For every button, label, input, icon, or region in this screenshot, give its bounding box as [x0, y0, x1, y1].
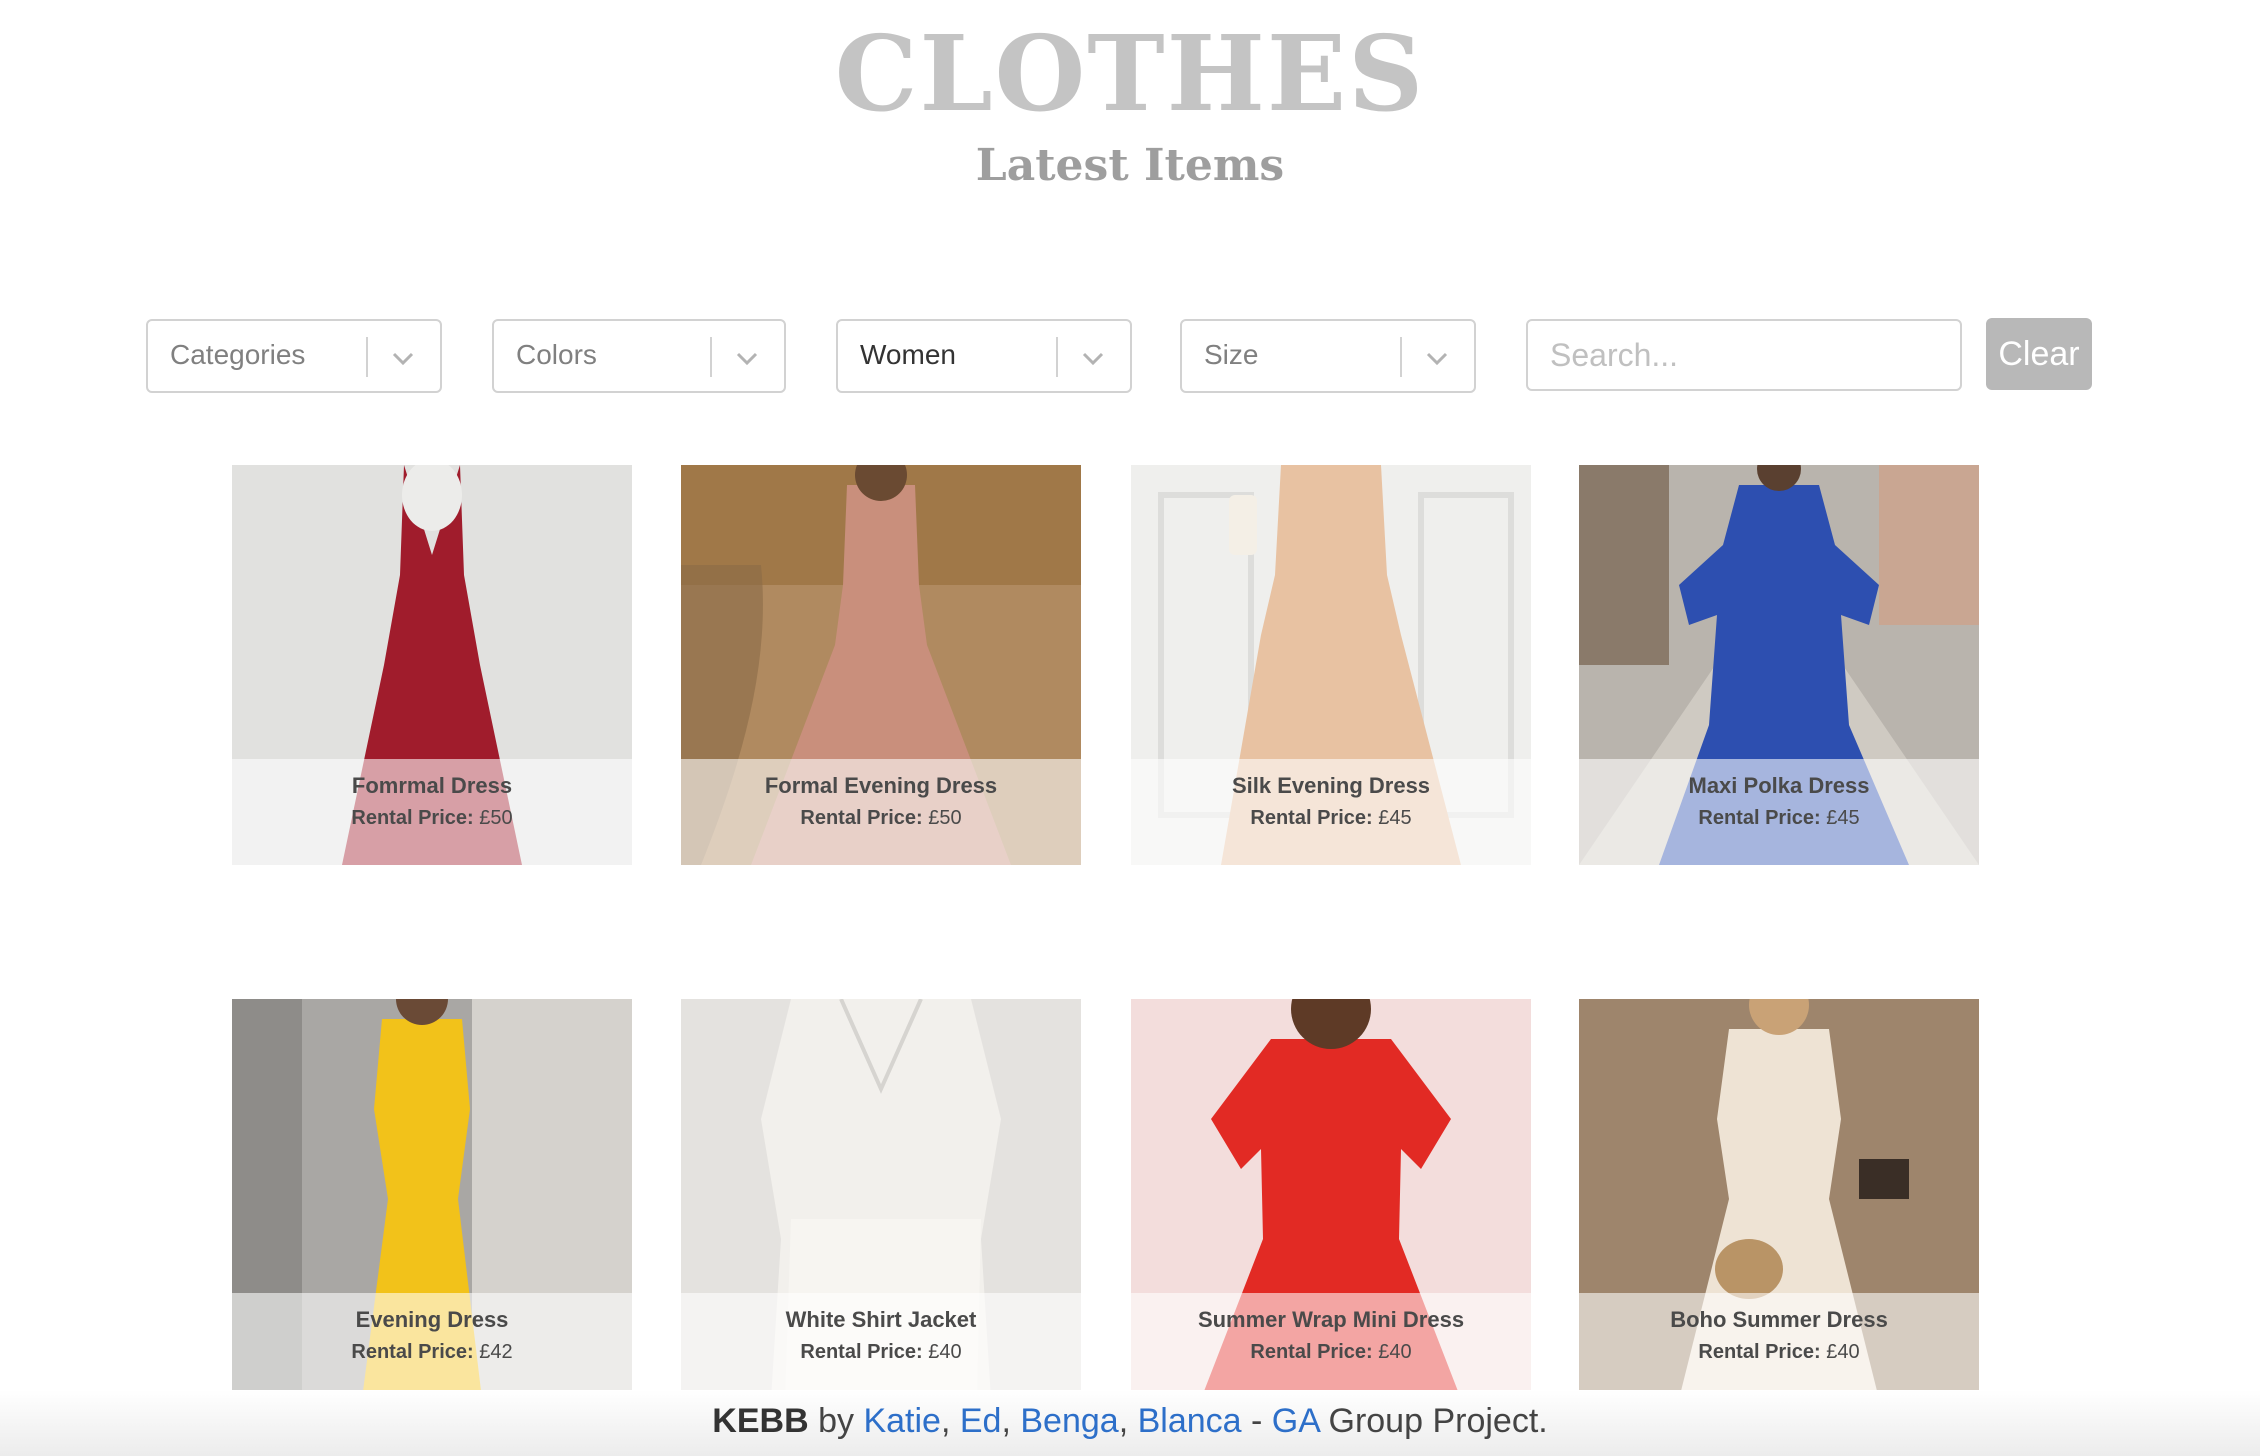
- product-price-row: Rental Price: £42: [232, 1341, 632, 1364]
- product-price: £50: [479, 807, 513, 829]
- product-card[interactable]: Boho Summer Dress Rental Price: £40: [1579, 999, 1979, 1399]
- product-caption: Fomrmal Dress Rental Price: £50: [232, 759, 632, 865]
- product-card[interactable]: Maxi Polka Dress Rental Price: £45: [1579, 465, 1979, 865]
- chevron-down-icon[interactable]: [388, 343, 418, 373]
- page-subtitle: Latest Items: [975, 140, 1285, 191]
- price-label: Rental Price:: [1250, 807, 1373, 829]
- product-price-row: Rental Price: £40: [1131, 1341, 1531, 1364]
- select-separator: [1056, 337, 1058, 377]
- footer-separator: ,: [1118, 1402, 1129, 1440]
- product-name: Maxi Polka Dress: [1688, 773, 1870, 798]
- chevron-down-icon[interactable]: [1078, 343, 1108, 373]
- product-caption: Summer Wrap Mini Dress Rental Price: £40: [1131, 1293, 1531, 1399]
- product-caption: Maxi Polka Dress Rental Price: £45: [1579, 759, 1979, 865]
- product-card[interactable]: Fomrmal Dress Rental Price: £50: [232, 465, 632, 865]
- product-price-row: Rental Price: £45: [1131, 807, 1531, 830]
- price-label: Rental Price:: [800, 1341, 923, 1363]
- product-price: £45: [1826, 807, 1860, 829]
- product-card[interactable]: Silk Evening Dress Rental Price: £45: [1131, 465, 1531, 865]
- categories-select[interactable]: Categories: [146, 319, 442, 393]
- author-link-ed[interactable]: Ed: [960, 1402, 1002, 1440]
- chevron-down-icon[interactable]: [1422, 343, 1452, 373]
- footer: KEBB by Katie, Ed, Benga, Blanca - GA Gr…: [0, 1390, 2260, 1456]
- product-name: Silk Evening Dress: [1231, 773, 1431, 798]
- gender-select[interactable]: Women: [836, 319, 1132, 393]
- clear-button[interactable]: Clear: [1986, 318, 2092, 390]
- product-name: Formal Evening Dress: [764, 773, 998, 798]
- page-title: CLOTHES: [834, 12, 1426, 135]
- product-price: £42: [479, 1341, 513, 1363]
- categories-select-value: Categories: [170, 339, 306, 370]
- footer-brand: KEBB: [712, 1402, 809, 1440]
- product-caption: White Shirt Jacket Rental Price: £40: [681, 1293, 1081, 1399]
- search-box[interactable]: [1526, 319, 1962, 391]
- chevron-down-icon[interactable]: [732, 343, 762, 373]
- price-label: Rental Price:: [351, 1341, 474, 1363]
- product-price-row: Rental Price: £50: [681, 807, 1081, 830]
- product-caption: Silk Evening Dress Rental Price: £45: [1131, 759, 1531, 865]
- footer-credits: KEBB by Katie, Ed, Benga, Blanca - GA Gr…: [0, 1402, 2260, 1441]
- search-input[interactable]: [1528, 321, 1960, 389]
- product-card[interactable]: Evening Dress Rental Price: £42: [232, 999, 632, 1399]
- product-price-row: Rental Price: £50: [232, 807, 632, 830]
- footer-suffix: Group Project.: [1328, 1402, 1548, 1440]
- price-label: Rental Price:: [1698, 1341, 1821, 1363]
- author-link-benga[interactable]: Benga: [1020, 1402, 1118, 1440]
- price-label: Rental Price:: [1698, 807, 1821, 829]
- footer-by: by: [818, 1402, 854, 1440]
- product-price: £40: [1826, 1341, 1860, 1363]
- product-name: Boho Summer Dress: [1670, 1307, 1888, 1332]
- product-caption: Boho Summer Dress Rental Price: £40: [1579, 1293, 1979, 1399]
- select-separator: [710, 337, 712, 377]
- product-price-row: Rental Price: £40: [1579, 1341, 1979, 1364]
- price-label: Rental Price:: [1250, 1341, 1373, 1363]
- product-price: £40: [1378, 1341, 1412, 1363]
- select-separator: [366, 337, 368, 377]
- ga-link[interactable]: GA: [1272, 1402, 1319, 1440]
- product-name: Summer Wrap Mini Dress: [1197, 1307, 1465, 1332]
- product-name: White Shirt Jacket: [785, 1307, 977, 1332]
- product-card[interactable]: Summer Wrap Mini Dress Rental Price: £40: [1131, 999, 1531, 1399]
- product-card[interactable]: Formal Evening Dress Rental Price: £50: [681, 465, 1081, 865]
- product-name: Evening Dress: [355, 1307, 509, 1332]
- footer-dash: -: [1251, 1402, 1263, 1440]
- product-card[interactable]: White Shirt Jacket Rental Price: £40: [681, 999, 1081, 1399]
- size-select-value: Size: [1204, 339, 1259, 370]
- author-link-katie[interactable]: Katie: [863, 1402, 941, 1440]
- product-name: Fomrmal Dress: [351, 773, 513, 798]
- footer-separator: ,: [1001, 1402, 1011, 1440]
- product-price-row: Rental Price: £40: [681, 1341, 1081, 1364]
- price-label: Rental Price:: [800, 807, 923, 829]
- product-caption: Formal Evening Dress Rental Price: £50: [681, 759, 1081, 865]
- gender-select-value: Women: [860, 339, 956, 370]
- colors-select[interactable]: Colors: [492, 319, 786, 393]
- size-select[interactable]: Size: [1180, 319, 1476, 393]
- product-price: £50: [928, 807, 962, 829]
- author-link-blanca[interactable]: Blanca: [1138, 1402, 1242, 1440]
- product-caption: Evening Dress Rental Price: £42: [232, 1293, 632, 1399]
- colors-select-value: Colors: [516, 339, 597, 370]
- product-price: £45: [1378, 807, 1412, 829]
- select-separator: [1400, 337, 1402, 377]
- price-label: Rental Price:: [351, 807, 474, 829]
- product-price-row: Rental Price: £45: [1579, 807, 1979, 830]
- footer-separator: ,: [940, 1402, 951, 1440]
- product-price: £40: [928, 1341, 962, 1363]
